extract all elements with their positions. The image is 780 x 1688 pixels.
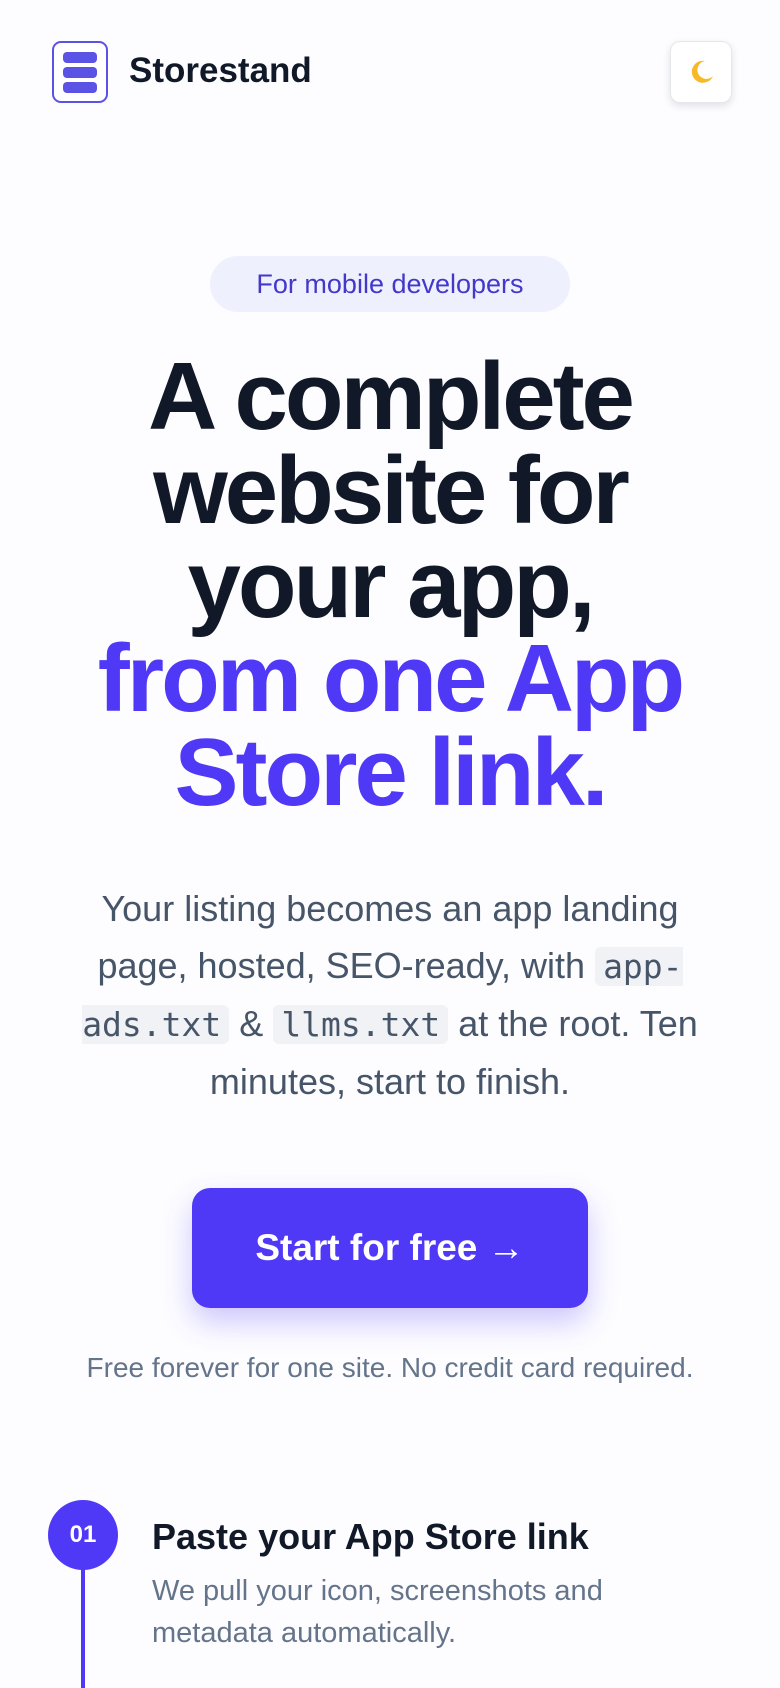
logo-bar bbox=[63, 51, 97, 63]
hero-title-accent-line: Store link. bbox=[174, 719, 608, 826]
hero-title-line: your app, bbox=[187, 531, 595, 638]
site-header: Storestand bbox=[0, 0, 780, 144]
stack-layers-icon[interactable] bbox=[52, 41, 108, 103]
logo-bar bbox=[63, 81, 97, 93]
moon-icon bbox=[691, 60, 713, 83]
hero-title-accent-line: from one App bbox=[97, 625, 685, 732]
hero-title-line: A complete bbox=[148, 343, 635, 450]
ampersand: & bbox=[239, 1003, 264, 1044]
cta-note: Free forever for one site. No credit car… bbox=[86, 1352, 694, 1383]
theme-toggle-button[interactable] bbox=[670, 41, 732, 103]
brand-name[interactable]: Storestand bbox=[129, 48, 312, 94]
audience-badge: For mobile developers bbox=[210, 256, 570, 312]
step-description: We pull your icon, screenshots and metad… bbox=[152, 1575, 603, 1649]
hero-description: Your listing becomes an app landing page… bbox=[60, 880, 720, 1110]
step-title: Paste your App Store link bbox=[152, 1516, 589, 1557]
hero-title: A complete website for your app, from on… bbox=[40, 343, 740, 826]
logo-bar bbox=[63, 66, 97, 78]
start-for-free-button[interactable]: Start for free → bbox=[192, 1188, 588, 1308]
hero-title-line: website for bbox=[153, 437, 630, 544]
step-number: 01 bbox=[48, 1500, 118, 1570]
hero-description-text: Your listing becomes an app landing page… bbox=[97, 888, 679, 986]
llms-code: llms.txt bbox=[273, 1005, 449, 1044]
